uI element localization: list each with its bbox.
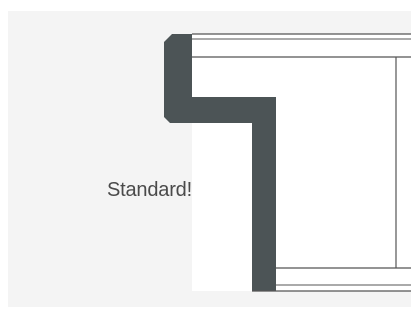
standard-label: Standard! [107,179,192,201]
interior-body [192,34,411,291]
cross-section-diagram [164,33,411,292]
